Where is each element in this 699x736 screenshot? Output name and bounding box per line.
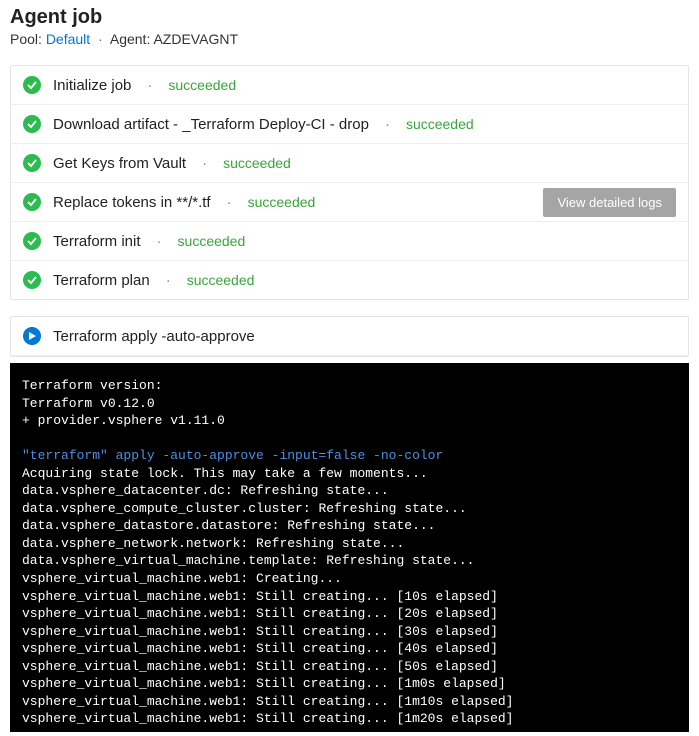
running-step[interactable]: Terraform apply -auto-approve [11, 317, 688, 356]
step-row[interactable]: Terraform init · succeeded [11, 222, 688, 261]
step-row[interactable]: Initialize job · succeeded [11, 66, 688, 105]
success-icon [23, 271, 41, 289]
running-step-block: Terraform apply -auto-approve [10, 316, 689, 357]
step-status: succeeded [168, 77, 236, 93]
step-row[interactable]: Replace tokens in **/*.tf · succeeded View … [11, 183, 688, 222]
step-row[interactable]: Terraform plan · succeeded [11, 261, 688, 299]
separator: · [227, 194, 232, 211]
agent-name: AZDEVAGNT [153, 31, 238, 47]
step-label: Download artifact - _Terraform Deploy-CI… [53, 116, 369, 133]
success-icon [23, 115, 41, 133]
step-label: Terraform plan [53, 272, 150, 289]
running-icon [23, 327, 41, 345]
view-detailed-logs-button[interactable]: View detailed logs [543, 188, 676, 217]
step-row[interactable]: Get Keys from Vault · succeeded [11, 144, 688, 183]
step-status: succeeded [187, 272, 255, 288]
step-status: succeeded [248, 194, 316, 210]
terminal-command: "terraform" apply -auto-approve -input=f… [22, 448, 443, 463]
steps-list: Initialize job · succeeded Download artifac… [10, 65, 689, 300]
step-status: succeeded [406, 116, 474, 132]
success-icon [23, 193, 41, 211]
separator: · [202, 155, 207, 172]
separator: · [147, 77, 152, 94]
step-label: Terraform init [53, 233, 141, 250]
separator: · [166, 272, 171, 289]
step-label: Get Keys from Vault [53, 155, 186, 172]
success-icon [23, 76, 41, 94]
job-header: Agent job Pool: Default · Agent: AZDEVAG… [0, 0, 699, 57]
agent-label: Agent: [110, 31, 150, 47]
pool-label: Pool: [10, 31, 42, 47]
success-icon [23, 154, 41, 172]
step-label: Initialize job [53, 77, 131, 94]
running-step-label: Terraform apply -auto-approve [53, 328, 255, 345]
separator: · [157, 233, 162, 250]
pool-link[interactable]: Default [46, 31, 90, 47]
terminal-output: Terraform version: Terraform v0.12.0 + p… [10, 363, 689, 732]
step-status: succeeded [223, 155, 291, 171]
separator: · [98, 31, 103, 47]
page-title: Agent job [10, 6, 689, 29]
step-status: succeeded [178, 233, 246, 249]
separator: · [385, 116, 390, 133]
success-icon [23, 232, 41, 250]
step-row[interactable]: Download artifact - _Terraform Deploy-CI… [11, 105, 688, 144]
step-label: Replace tokens in **/*.tf [53, 194, 211, 211]
agent-info: Pool: Default · Agent: AZDEVAGNT [10, 31, 689, 47]
